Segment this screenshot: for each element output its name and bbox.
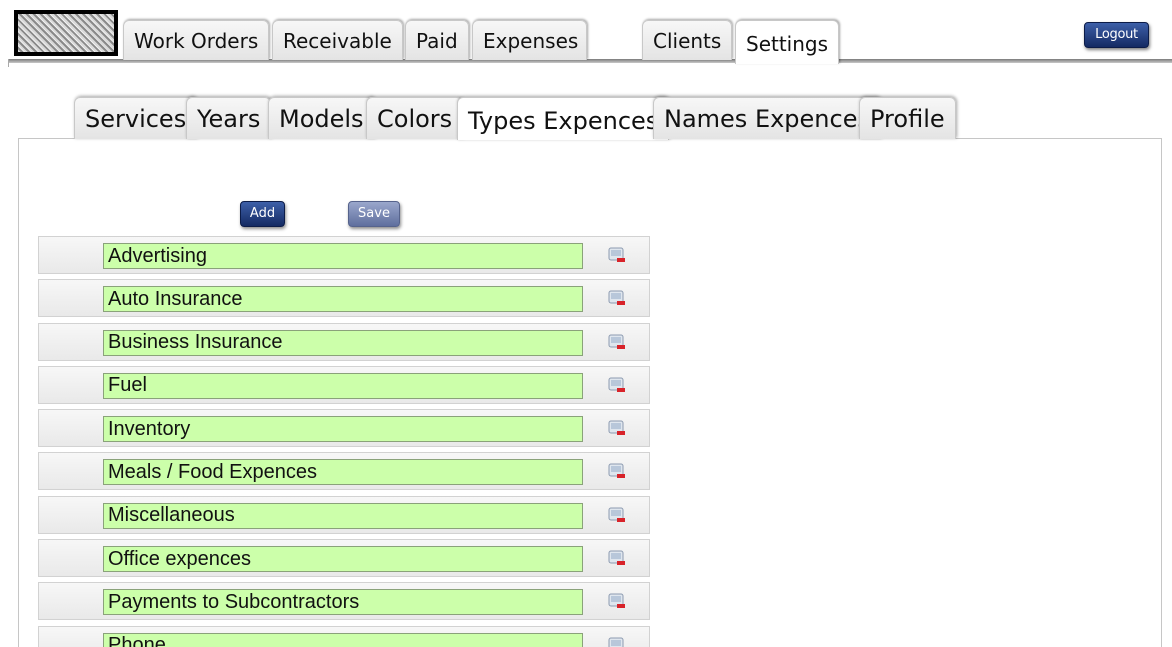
subtab-types-expences[interactable]: Types Expences (457, 97, 670, 140)
delete-row-icon[interactable] (608, 377, 626, 393)
subtab-label: Models (279, 105, 364, 133)
subtab-label: Colors (377, 105, 453, 133)
expense-type-input[interactable] (103, 546, 583, 573)
table-row (38, 409, 650, 448)
expense-type-input[interactable] (103, 632, 583, 647)
subtab-label: Services (85, 105, 187, 133)
subtab-label: Years (197, 105, 261, 133)
tab-label: Expenses (483, 29, 579, 53)
table-row (38, 279, 650, 318)
expense-type-input[interactable] (103, 243, 583, 269)
table-row (38, 539, 650, 578)
table-row (38, 625, 650, 647)
subtab-names-expences[interactable]: Names Expences (653, 97, 881, 139)
subtab-models[interactable]: Models (268, 97, 375, 139)
expense-type-input[interactable] (103, 416, 583, 443)
tab-label: Paid (416, 29, 458, 53)
expense-type-input[interactable] (103, 589, 583, 616)
expense-types-list (38, 236, 650, 647)
expense-type-input[interactable] (103, 502, 583, 529)
tab-receivable[interactable]: Receivable (272, 20, 403, 60)
company-logo (14, 10, 118, 56)
subtab-label: Profile (870, 105, 945, 133)
tab-settings[interactable]: Settings (735, 20, 840, 64)
subtab-colors[interactable]: Colors (366, 97, 464, 139)
expense-type-input[interactable] (103, 372, 583, 399)
table-row (38, 322, 650, 361)
table-row (38, 452, 650, 491)
expense-type-input[interactable] (103, 459, 583, 486)
logout-button[interactable]: Logout (1084, 22, 1149, 48)
subtab-profile[interactable]: Profile (859, 97, 956, 139)
delete-row-icon[interactable] (608, 420, 626, 436)
tab-label: Receivable (283, 29, 392, 53)
delete-row-icon[interactable] (608, 593, 626, 609)
table-row (38, 495, 650, 534)
subtab-years[interactable]: Years (186, 97, 272, 139)
delete-row-icon[interactable] (608, 463, 626, 479)
tab-work-orders[interactable]: Work Orders (123, 20, 270, 60)
subtab-label: Types Expences (468, 107, 659, 135)
table-row (38, 365, 650, 404)
delete-row-icon[interactable] (608, 637, 626, 647)
tab-clients[interactable]: Clients (642, 20, 733, 60)
app-page: Work Orders Receivable Paid Expenses Cli… (0, 0, 1172, 647)
table-row (38, 582, 650, 621)
delete-row-icon[interactable] (608, 550, 626, 566)
save-button[interactable]: Save (348, 201, 400, 227)
subtab-label: Names Expences (664, 105, 870, 133)
add-button[interactable]: Add (240, 201, 285, 227)
tab-label: Clients (653, 29, 722, 53)
expense-type-input[interactable] (103, 286, 583, 313)
delete-row-icon[interactable] (608, 247, 626, 263)
delete-row-icon[interactable] (608, 334, 626, 350)
tab-expenses[interactable]: Expenses (472, 20, 587, 60)
tab-label: Work Orders (134, 29, 259, 53)
expense-type-input[interactable] (103, 329, 583, 356)
table-row (38, 236, 650, 274)
delete-row-icon[interactable] (608, 507, 626, 523)
subtab-services[interactable]: Services (74, 97, 198, 139)
tab-paid[interactable]: Paid (405, 20, 469, 60)
tab-label: Settings (746, 32, 829, 56)
delete-row-icon[interactable] (608, 290, 626, 306)
